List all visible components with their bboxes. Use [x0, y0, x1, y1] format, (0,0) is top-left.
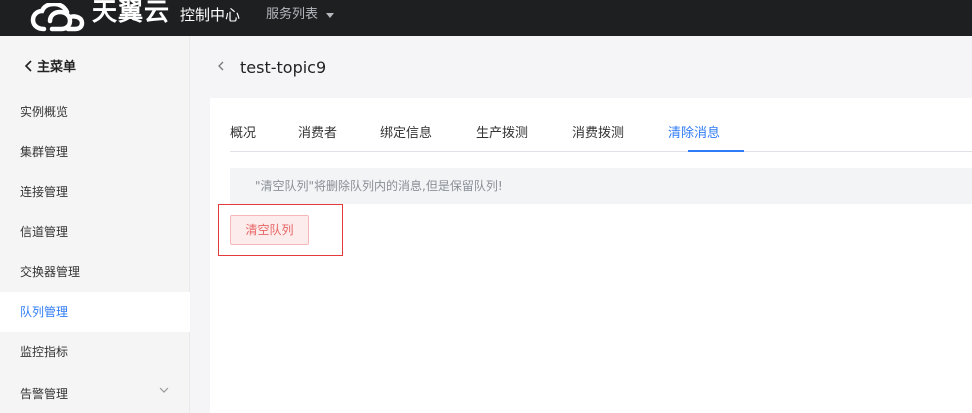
console-link[interactable]: 控制中心	[180, 2, 240, 28]
clear-queue-button[interactable]: 清空队列	[230, 215, 309, 245]
tab-clear-messages[interactable]: 清除消息	[668, 125, 720, 143]
back-to-main-menu[interactable]: 主菜单	[24, 56, 76, 75]
tab-bar: 概况 消费者 绑定信息 生产拨测 消费拨测 清除消息	[230, 125, 972, 152]
sidebar-item-label: 告警管理	[20, 387, 69, 401]
services-dropdown[interactable]: 服务列表	[266, 2, 335, 28]
sidebar-item-alerts[interactable]: 告警管理	[0, 374, 190, 413]
sidebar-item-label: 集群管理	[20, 145, 69, 159]
sidebar-item-label: 队列管理	[20, 305, 69, 319]
tab-overview[interactable]: 概况	[230, 125, 256, 143]
sidebar-item-instance-overview[interactable]: 实例概览	[0, 92, 190, 132]
page-title: test-topic9	[240, 58, 327, 77]
tab-bindings[interactable]: 绑定信息	[380, 125, 432, 143]
tab-produce-probe[interactable]: 生产拨测	[476, 125, 528, 143]
sidebar-item-connections[interactable]: 连接管理	[0, 172, 190, 212]
sidebar-item-exchanges[interactable]: 交换器管理	[0, 252, 190, 292]
sidebar-item-cluster[interactable]: 集群管理	[0, 132, 190, 172]
caret-down-icon	[326, 12, 335, 18]
cloud-logo-icon	[30, 3, 85, 32]
sidebar-item-label: 交换器管理	[20, 265, 81, 279]
top-bar: 天翼云 控制中心 服务列表	[0, 0, 972, 36]
tab-consume-probe[interactable]: 消费拨测	[572, 125, 624, 143]
chevron-down-icon	[159, 387, 169, 393]
notice-banner: "清空队列"将删除队列内的消息,但是保留队列!	[230, 168, 972, 204]
back-arrow-icon[interactable]	[217, 60, 225, 72]
chevron-left-icon	[24, 59, 32, 72]
sidebar-item-label: 连接管理	[20, 185, 69, 199]
sidebar: 主菜单 实例概览 集群管理 连接管理 信道管理 交换器管理 队列管理 监控指标 …	[0, 36, 190, 413]
tab-consumers[interactable]: 消费者	[298, 125, 337, 143]
back-menu-label: 主菜单	[37, 60, 77, 75]
content-panel: 概况 消费者 绑定信息 生产拨测 消费拨测 清除消息 "清空队列"将删除队列内的…	[210, 98, 972, 413]
brand-logo[interactable]: 天翼云	[30, 0, 170, 36]
sidebar-item-label: 实例概览	[20, 105, 69, 119]
sidebar-item-channels[interactable]: 信道管理	[0, 212, 190, 252]
notice-text: "清空队列"将删除队列内的消息,但是保留队列!	[255, 179, 503, 193]
brand-name: 天翼云	[92, 0, 171, 26]
sidebar-item-label: 信道管理	[20, 225, 69, 239]
sidebar-item-monitoring[interactable]: 监控指标	[0, 332, 190, 372]
page-header: test-topic9	[190, 36, 972, 98]
sidebar-item-label: 监控指标	[20, 345, 69, 359]
sidebar-item-queues[interactable]: 队列管理	[0, 292, 190, 332]
active-tab-indicator	[688, 150, 744, 152]
services-label: 服务列表	[266, 7, 319, 22]
